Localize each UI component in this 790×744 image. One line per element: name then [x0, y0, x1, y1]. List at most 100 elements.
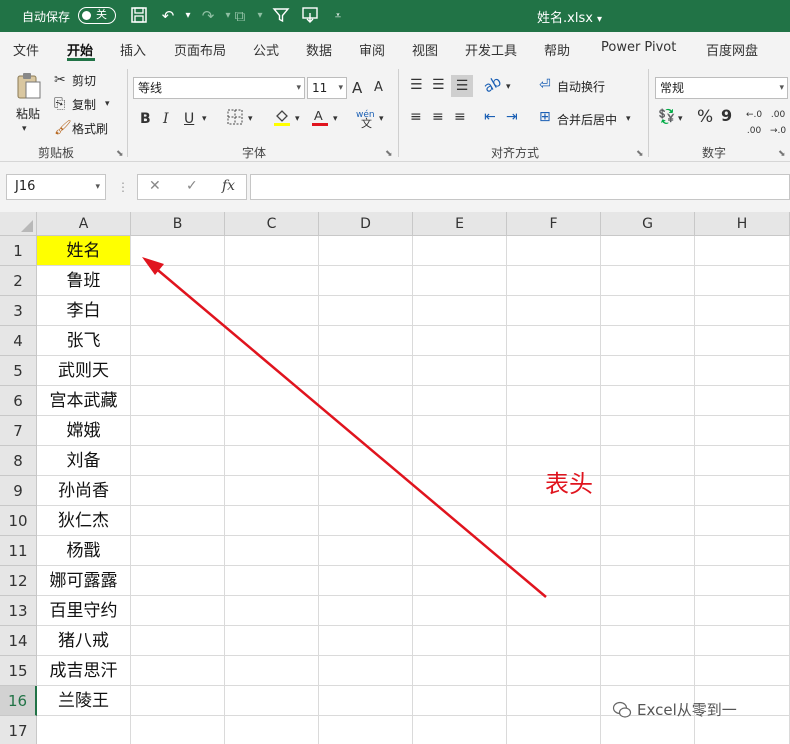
cell-f10[interactable] — [507, 506, 601, 536]
cell-f11[interactable] — [507, 536, 601, 566]
tab-insert[interactable]: 插入 — [120, 40, 146, 59]
cell-h14[interactable] — [695, 626, 790, 656]
font-color-dropdown-icon[interactable]: ▾ — [333, 111, 338, 127]
format-painter-icon[interactable]: 🖌 — [54, 120, 72, 136]
cell-a5[interactable]: 武则天 — [37, 356, 131, 386]
increase-indent-icon[interactable]: ⇥ — [506, 109, 518, 125]
font-size-select[interactable]: 11 ▾ — [307, 77, 347, 99]
cell-e15[interactable] — [413, 656, 507, 686]
cell-g3[interactable] — [601, 296, 695, 326]
tab-help[interactable]: 帮助 — [544, 40, 570, 59]
align-middle-icon[interactable]: ☰ — [432, 77, 445, 93]
align-right-icon[interactable]: ≡ — [454, 109, 466, 125]
cell-g4[interactable] — [601, 326, 695, 356]
cell-b15[interactable] — [131, 656, 225, 686]
wrap-text-icon[interactable]: ⏎ — [539, 77, 551, 93]
column-header-a[interactable]: A — [37, 212, 131, 236]
decrease-indent-icon[interactable]: ⇤ — [484, 109, 496, 125]
cell-e2[interactable] — [413, 266, 507, 296]
cell-d9[interactable] — [319, 476, 413, 506]
comma-style-button[interactable]: 9 — [721, 108, 732, 124]
cell-g7[interactable] — [601, 416, 695, 446]
cell-e11[interactable] — [413, 536, 507, 566]
cell-c13[interactable] — [225, 596, 319, 626]
name-box[interactable]: J16 ▾ — [6, 174, 106, 200]
cell-f12[interactable] — [507, 566, 601, 596]
tab-baidu-netdisk[interactable]: 百度网盘 — [706, 40, 758, 59]
tab-formulas[interactable]: 公式 — [253, 40, 279, 59]
cell-f4[interactable] — [507, 326, 601, 356]
cell-h8[interactable] — [695, 446, 790, 476]
row-header-9[interactable]: 9 — [0, 476, 37, 506]
cell-c10[interactable] — [225, 506, 319, 536]
cell-d3[interactable] — [319, 296, 413, 326]
cell-a3[interactable]: 李白 — [37, 296, 131, 326]
cell-g12[interactable] — [601, 566, 695, 596]
tab-view[interactable]: 视图 — [412, 40, 438, 59]
font-name-select[interactable]: 等线 ▾ — [133, 77, 305, 99]
cell-h4[interactable] — [695, 326, 790, 356]
cell-g14[interactable] — [601, 626, 695, 656]
redo-icon[interactable]: ↷ — [198, 6, 218, 26]
cell-g17[interactable] — [601, 716, 695, 744]
percent-style-button[interactable]: % — [697, 109, 713, 126]
cell-c15[interactable] — [225, 656, 319, 686]
wrap-text-button[interactable]: 自动换行 — [557, 78, 605, 95]
cell-e12[interactable] — [413, 566, 507, 596]
cell-a1[interactable]: 姓名 — [37, 236, 131, 266]
cell-b13[interactable] — [131, 596, 225, 626]
column-header-c[interactable]: C — [225, 212, 319, 236]
cell-g5[interactable] — [601, 356, 695, 386]
row-header-12[interactable]: 12 — [0, 566, 37, 596]
cell-d17[interactable] — [319, 716, 413, 744]
merge-center-button[interactable]: 合并后居中 — [557, 111, 617, 128]
cell-e14[interactable] — [413, 626, 507, 656]
cell-a15[interactable]: 成吉思汗 — [37, 656, 131, 686]
cut-icon[interactable]: ✂ — [54, 72, 66, 88]
save-icon[interactable] — [129, 6, 149, 26]
tab-review[interactable]: 审阅 — [359, 40, 385, 59]
cell-a14[interactable]: 猪八戒 — [37, 626, 131, 656]
select-all-button[interactable] — [0, 212, 37, 236]
cell-d11[interactable] — [319, 536, 413, 566]
cell-a7[interactable]: 嫦娥 — [37, 416, 131, 446]
cell-b12[interactable] — [131, 566, 225, 596]
align-top-icon[interactable]: ☰ — [410, 77, 423, 93]
cell-d6[interactable] — [319, 386, 413, 416]
cell-f17[interactable] — [507, 716, 601, 744]
cell-g2[interactable] — [601, 266, 695, 296]
cell-e9[interactable] — [413, 476, 507, 506]
cell-f16[interactable] — [507, 686, 601, 716]
paste-dropdown-icon[interactable]: ▾ — [22, 121, 27, 137]
filter-icon[interactable] — [271, 6, 291, 26]
cell-e5[interactable] — [413, 356, 507, 386]
cell-g9[interactable] — [601, 476, 695, 506]
cell-f6[interactable] — [507, 386, 601, 416]
cell-a8[interactable]: 刘备 — [37, 446, 131, 476]
cell-g11[interactable] — [601, 536, 695, 566]
align-left-icon[interactable]: ≡ — [410, 109, 422, 125]
cell-a17[interactable] — [37, 716, 131, 744]
cell-c14[interactable] — [225, 626, 319, 656]
fill-color-icon[interactable] — [272, 107, 292, 131]
tab-developer[interactable]: 开发工具 — [465, 40, 517, 59]
cell-f15[interactable] — [507, 656, 601, 686]
italic-button[interactable]: I — [163, 111, 169, 127]
cell-e16[interactable] — [413, 686, 507, 716]
cell-e3[interactable] — [413, 296, 507, 326]
copy-dropdown-icon[interactable]: ▾ — [105, 96, 110, 112]
accounting-format-icon[interactable]: 💱 — [658, 109, 675, 125]
cell-a2[interactable]: 鲁班 — [37, 266, 131, 296]
enter-icon[interactable]: ✓ — [186, 178, 198, 194]
file-name[interactable]: 姓名.xlsx ▾ — [537, 7, 602, 26]
decrease-decimal-icon[interactable]: .00 →.0 — [770, 107, 786, 139]
column-header-d[interactable]: D — [319, 212, 413, 236]
cell-g8[interactable] — [601, 446, 695, 476]
cell-b11[interactable] — [131, 536, 225, 566]
paste-button[interactable]: 粘贴 — [16, 105, 40, 122]
column-header-e[interactable]: E — [413, 212, 507, 236]
cell-f3[interactable] — [507, 296, 601, 326]
cell-e10[interactable] — [413, 506, 507, 536]
borders-dropdown-icon[interactable]: ▾ — [248, 111, 253, 127]
cell-a4[interactable]: 张飞 — [37, 326, 131, 356]
